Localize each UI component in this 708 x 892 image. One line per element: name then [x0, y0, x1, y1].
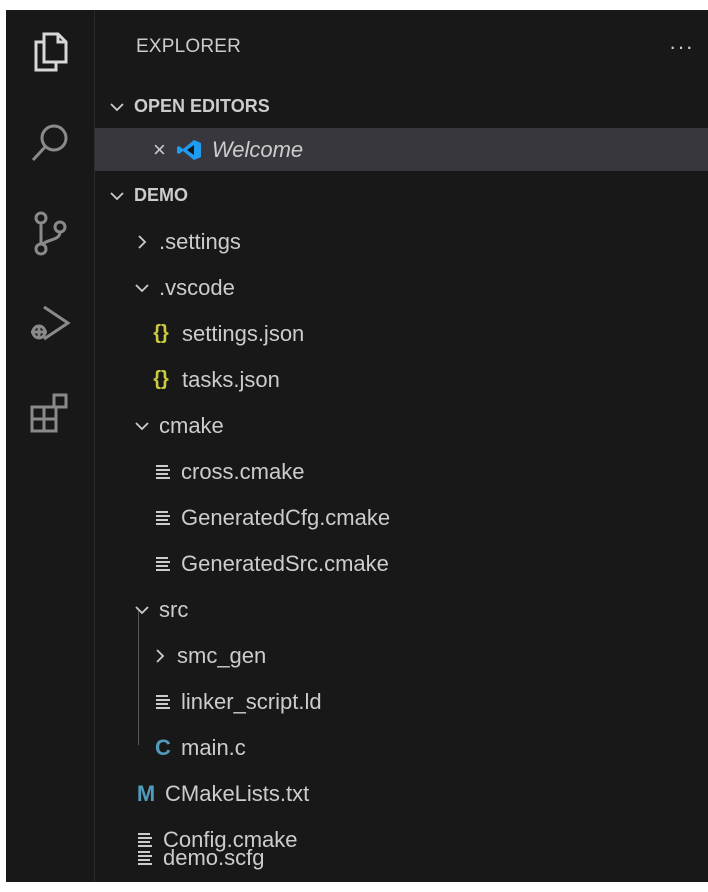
vscode-window: EXPLORER ··· OPEN EDITORS × Welcome DEMO…: [6, 10, 708, 882]
tree-file-linker-script[interactable]: linker_script.ld: [95, 680, 708, 723]
tree-folder-smc-gen[interactable]: smc_gen: [95, 634, 708, 677]
tree-file-tasks-json[interactable]: {} tasks.json: [95, 358, 708, 401]
tree-file-demo-scfg[interactable]: demo.scfg: [95, 840, 708, 876]
tree-file-cmakelists[interactable]: M CMakeLists.txt: [95, 772, 708, 815]
tree-item-label: CMakeLists.txt: [165, 780, 310, 806]
chevron-down-icon: [108, 187, 126, 205]
tree-folder-vscode[interactable]: .vscode: [95, 266, 708, 309]
tree-item-label: .vscode: [159, 274, 235, 300]
chevron-down-icon: [108, 98, 126, 116]
extensions-icon[interactable]: [20, 383, 80, 443]
text-lines-icon: [153, 463, 173, 481]
source-control-icon[interactable]: [20, 203, 80, 263]
tree-file-main-c[interactable]: C main.c: [95, 726, 708, 769]
text-lines-icon: [153, 509, 173, 527]
json-icon: {}: [153, 322, 169, 344]
indent-guide: [138, 611, 139, 745]
c-file-icon: C: [155, 734, 171, 760]
tree-item-label: tasks.json: [182, 366, 280, 392]
explorer-files-icon[interactable]: [20, 22, 80, 82]
json-icon: {}: [153, 368, 169, 390]
cmake-m-icon: M: [136, 780, 156, 806]
tree-item-label: smc_gen: [177, 642, 267, 668]
tree-item-label: GeneratedSrc.cmake: [181, 550, 389, 576]
open-editor-item-welcome[interactable]: × Welcome: [95, 128, 708, 171]
tree-item-label: settings.json: [182, 320, 305, 346]
tree-item-label: main.c: [181, 734, 246, 760]
tree-item-label: cross.cmake: [181, 458, 305, 484]
chevron-right-icon: [151, 647, 169, 665]
tree-item-label: src: [159, 596, 189, 622]
tree-file-cross-cmake[interactable]: cross.cmake: [95, 450, 708, 493]
tree-file-settings-json[interactable]: {} settings.json: [95, 312, 708, 355]
workspace-header[interactable]: DEMO: [95, 174, 708, 217]
tree-folder-settings[interactable]: .settings: [95, 220, 708, 263]
chevron-right-icon: [133, 233, 151, 251]
vscode-logo-icon: [176, 139, 202, 161]
close-icon[interactable]: ×: [153, 137, 166, 163]
tree-item-label: cmake: [159, 412, 224, 438]
tree-item-label: linker_script.ld: [181, 688, 322, 714]
tree-item-label: GeneratedCfg.cmake: [181, 504, 391, 530]
tree-item-label: demo.scfg: [163, 845, 265, 870]
explorer-sidebar: EXPLORER ··· OPEN EDITORS × Welcome DEMO…: [95, 10, 708, 882]
chevron-down-icon: [133, 279, 151, 297]
text-lines-icon: [153, 693, 173, 711]
search-icon[interactable]: [20, 113, 80, 173]
workspace-label: DEMO: [134, 185, 188, 205]
tree-folder-src[interactable]: src: [95, 588, 708, 631]
explorer-title: EXPLORER: [136, 36, 242, 57]
run-debug-icon[interactable]: [20, 293, 80, 353]
tree-file-generatedcfg-cmake[interactable]: GeneratedCfg.cmake: [95, 496, 708, 539]
text-lines-icon: [135, 849, 155, 867]
open-editors-label: OPEN EDITORS: [134, 96, 270, 116]
text-lines-icon: [153, 555, 173, 573]
open-editor-label: Welcome: [211, 136, 304, 162]
chevron-down-icon: [133, 601, 151, 619]
tree-item-label: .settings: [159, 228, 241, 254]
activity-bar: [6, 10, 95, 882]
open-editors-header[interactable]: OPEN EDITORS: [95, 85, 708, 128]
tree-file-generatedsrc-cmake[interactable]: GeneratedSrc.cmake: [95, 542, 708, 585]
chevron-down-icon: [133, 417, 151, 435]
more-actions-button[interactable]: ···: [669, 34, 694, 60]
tree-folder-cmake[interactable]: cmake: [95, 404, 708, 447]
